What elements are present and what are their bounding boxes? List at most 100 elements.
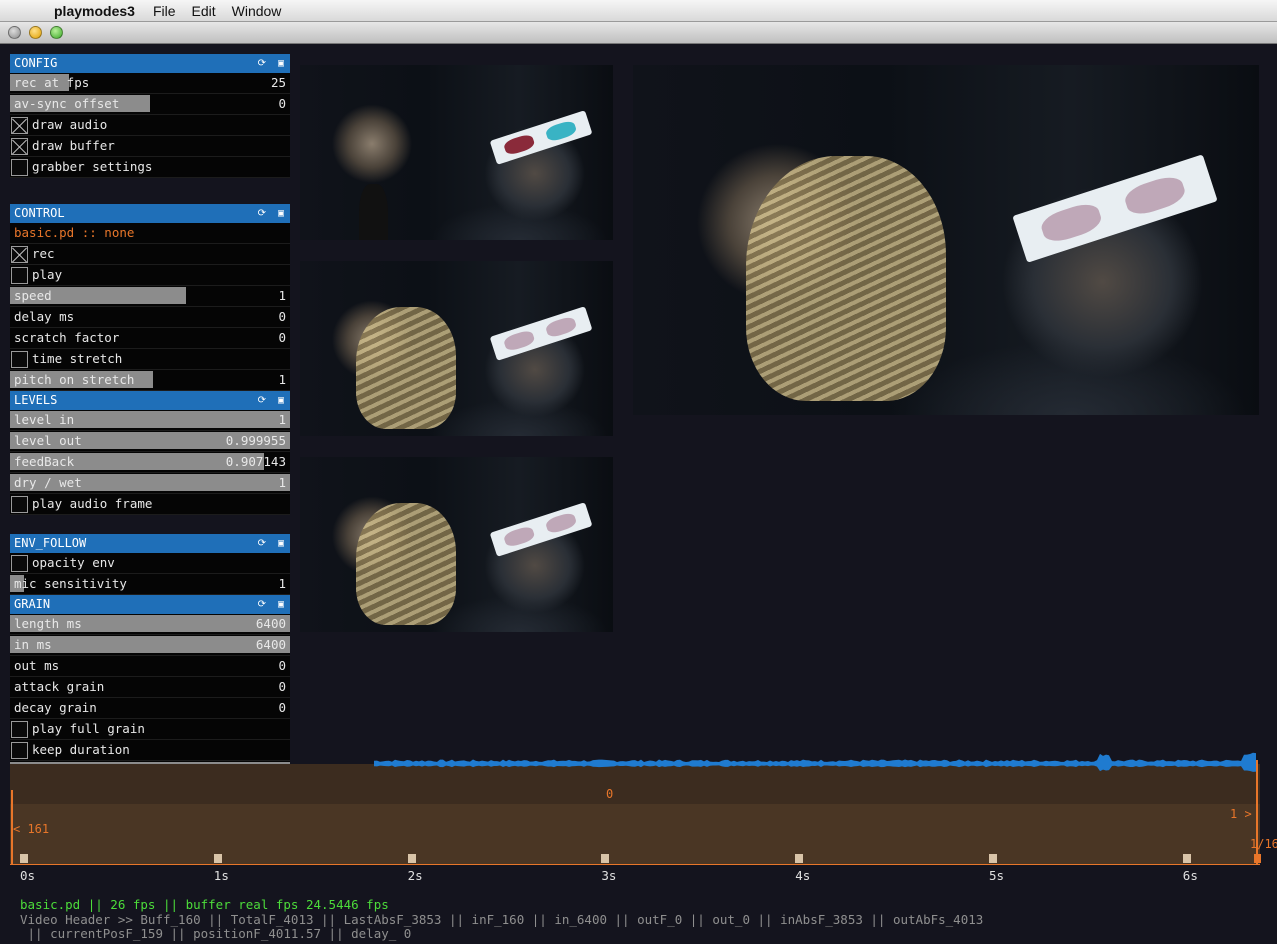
feedback-slider[interactable]: feedBack 0.907143: [10, 452, 290, 473]
preset-label[interactable]: basic.pd :: none: [10, 223, 290, 244]
window-title-bar: [0, 22, 1277, 44]
close-button[interactable]: [8, 26, 21, 39]
slider-value: 1: [278, 412, 286, 427]
slider-label: dry / wet: [14, 475, 82, 490]
video-image: [300, 65, 613, 240]
timeline-tick-label: 0s: [20, 868, 36, 883]
opacity-env-toggle[interactable]: opacity env: [10, 553, 290, 574]
zoom-button[interactable]: [50, 26, 63, 39]
play-toggle[interactable]: play: [10, 265, 290, 286]
slider-label: length ms: [14, 616, 82, 631]
menu-edit[interactable]: Edit: [192, 3, 216, 19]
playhead-handle[interactable]: [1254, 854, 1261, 863]
menu-bar: playmodes3 File Edit Window: [0, 0, 1277, 22]
level-in-slider[interactable]: level in 1: [10, 410, 290, 431]
toggle-label: time stretch: [32, 351, 123, 366]
panel-controls-icon[interactable]: ⟳ ▣: [258, 595, 287, 614]
time-stretch-toggle[interactable]: time stretch: [10, 349, 290, 370]
grabber-settings-toggle[interactable]: grabber settings: [10, 157, 290, 178]
control-panel: CONTROL ⟳ ▣ basic.pd :: none rec play sp…: [10, 204, 290, 515]
video-image: [300, 261, 613, 436]
slider-value: 6400: [255, 616, 286, 631]
slider-label: feedBack: [14, 454, 75, 469]
timeline-right-label: 1 >: [1230, 807, 1252, 821]
video-image: [300, 457, 613, 632]
panel-controls-icon[interactable]: ⟳ ▣: [258, 391, 287, 410]
playhead[interactable]: [1256, 760, 1258, 864]
panel-controls-icon[interactable]: ⟳ ▣: [258, 54, 287, 73]
out-ms-slider[interactable]: out ms 0: [10, 656, 290, 677]
slider-value: 6400: [255, 637, 286, 652]
video-preview-buffer: [300, 261, 613, 436]
timeline-center-label: 0: [606, 787, 614, 801]
menu-app-name[interactable]: playmodes3: [54, 3, 135, 19]
timeline-tick-label: 4s: [795, 868, 811, 883]
timeline-marker[interactable]: [213, 854, 222, 863]
timeline-left-label: < 161: [13, 822, 50, 836]
timeline-axis: [10, 864, 1260, 865]
slider-label: out ms: [14, 658, 60, 673]
timeline-tick-label: 1s: [213, 868, 229, 883]
rec-at-fps-slider[interactable]: rec at fps 25: [10, 73, 290, 94]
draw-audio-toggle[interactable]: draw audio: [10, 115, 290, 136]
panel-controls-icon[interactable]: ⟳ ▣: [258, 204, 287, 223]
play-audio-frame-toggle[interactable]: play audio frame: [10, 494, 290, 515]
preset-text: basic.pd :: none: [14, 225, 135, 240]
video-output: [633, 65, 1259, 415]
panel-header-control: CONTROL ⟳ ▣: [10, 204, 290, 223]
av-sync-offset-slider[interactable]: av-sync offset 0: [10, 94, 290, 115]
slider-value: 1: [278, 475, 286, 490]
attack-grain-slider[interactable]: attack grain 0: [10, 677, 290, 698]
slider-value: 0: [278, 658, 286, 673]
slider-value: 0: [278, 700, 286, 715]
config-panel: CONFIG ⟳ ▣ rec at fps 25 av-sync offset …: [10, 54, 290, 178]
slider-value: 1: [278, 372, 286, 387]
toggle-label: play full grain: [32, 721, 145, 736]
pitch-on-stretch-slider[interactable]: pitch on stretch 1: [10, 370, 290, 391]
speed-slider[interactable]: speed 1: [10, 286, 290, 307]
motion-smear: [356, 306, 457, 429]
slider-label: decay grain: [14, 700, 97, 715]
panel-controls-icon[interactable]: ⟳ ▣: [258, 534, 287, 553]
timeline-buffer-band[interactable]: [10, 804, 1260, 864]
slider-label: level in: [14, 412, 75, 427]
length-ms-slider[interactable]: length ms 6400: [10, 614, 290, 635]
status-line: basic.pd || 26 fps || buffer real fps 24…: [20, 897, 389, 912]
menu-file[interactable]: File: [153, 3, 176, 19]
scratch-factor-slider[interactable]: scratch factor 0: [10, 328, 290, 349]
video-header-line-2: || currentPosF_159 || positionF_4011.57 …: [20, 926, 412, 941]
draw-buffer-toggle[interactable]: draw buffer: [10, 136, 290, 157]
panel-title: CONTROL: [14, 206, 65, 220]
slider-label: attack grain: [14, 679, 105, 694]
timeline-marker[interactable]: [989, 854, 997, 863]
timeline-marker[interactable]: [20, 854, 28, 863]
dry-wet-slider[interactable]: dry / wet 1: [10, 473, 290, 494]
timeline-tick-label: 3s: [601, 868, 617, 883]
level-out-slider[interactable]: level out 0.999955: [10, 431, 290, 452]
delay-ms-slider[interactable]: delay ms 0: [10, 307, 290, 328]
menu-window[interactable]: Window: [232, 3, 282, 19]
play-full-grain-toggle[interactable]: play full grain: [10, 719, 290, 740]
mic-sensitivity-slider[interactable]: mic sensitivity 1: [10, 574, 290, 595]
toggle-label: opacity env: [32, 555, 115, 570]
timeline-marker[interactable]: [1182, 854, 1191, 863]
rec-toggle[interactable]: rec: [10, 244, 290, 265]
toggle-label: rec: [32, 246, 55, 261]
timeline-marker[interactable]: [407, 854, 416, 863]
slider-value: 0.999955: [225, 433, 286, 448]
audio-waveform: [374, 752, 1256, 772]
in-ms-slider[interactable]: in ms 6400: [10, 635, 290, 656]
slider-fill: [10, 636, 290, 653]
timeline-tick-label: 6s: [1182, 868, 1198, 883]
slider-label: rec at fps: [14, 75, 90, 90]
timeline-far-right-label: 1/16: [1250, 837, 1277, 851]
toggle-label: play audio frame: [32, 496, 153, 511]
toggle-label: draw audio: [32, 117, 108, 132]
panel-header-env-follow: ENV_FOLLOW ⟳ ▣: [10, 534, 290, 553]
slider-label: delay ms: [14, 309, 75, 324]
motion-smear: [356, 502, 457, 625]
timeline-marker[interactable]: [601, 854, 610, 863]
timeline-marker[interactable]: [795, 854, 804, 863]
minimize-button[interactable]: [29, 26, 42, 39]
decay-grain-slider[interactable]: decay grain 0: [10, 698, 290, 719]
